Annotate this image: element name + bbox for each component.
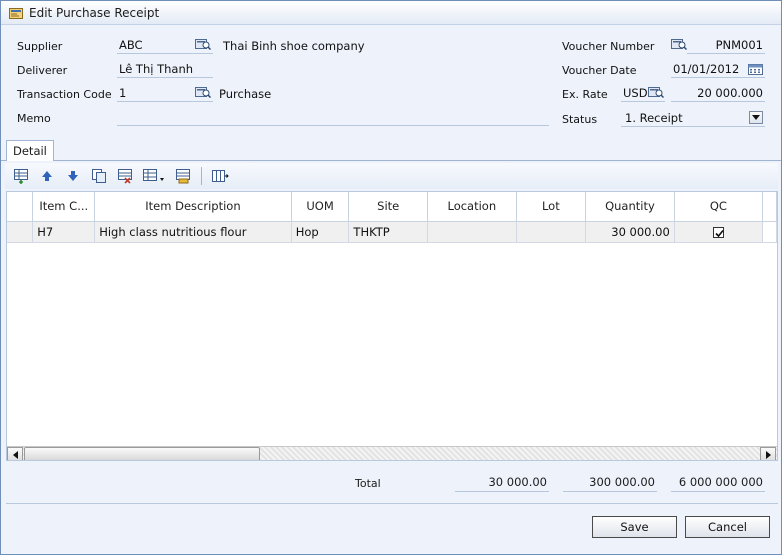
deliverer-field[interactable]: Lê Thị Thanh (117, 61, 213, 78)
voucher-lookup-icon[interactable] (671, 38, 687, 50)
save-layout-icon (176, 169, 190, 184)
add-row-button[interactable] (11, 166, 31, 186)
toolbar-separator (201, 167, 202, 185)
total-label: Total (355, 477, 381, 490)
detail-grid: Item C... Item Description UOM Site Loca… (6, 191, 778, 461)
voucher-date-label: Voucher Date (562, 64, 637, 77)
scroll-left-button[interactable] (7, 447, 23, 460)
table-options-icon (143, 169, 164, 181)
scroll-right-button[interactable] (760, 447, 776, 460)
scroll-thumb[interactable] (24, 447, 260, 460)
col-header-location[interactable]: Location (427, 192, 517, 222)
receipt-header: Supplier ABC Thai Binh shoe company Deli… (1, 26, 781, 139)
horizontal-scrollbar[interactable] (7, 446, 777, 460)
status-label: Status (562, 113, 598, 126)
save-layout-button[interactable] (173, 166, 193, 186)
memo-label: Memo (17, 112, 51, 125)
transaction-code-lookup-icon[interactable] (195, 86, 211, 98)
copy-icon (92, 169, 106, 183)
transaction-code-label: Transaction Code (17, 88, 112, 101)
delete-row-icon (118, 169, 132, 184)
col-header-lot[interactable]: Lot (516, 192, 587, 222)
cell-uom[interactable]: Hop (291, 221, 350, 243)
move-down-button[interactable] (63, 166, 83, 186)
tab-detail[interactable]: Detail (6, 140, 54, 161)
col-header-qc[interactable]: QC (674, 192, 763, 222)
cell-site[interactable]: THKTP (348, 221, 428, 243)
cell-overflow (762, 221, 777, 243)
memo-field[interactable] (117, 109, 549, 126)
move-up-button[interactable] (37, 166, 57, 186)
arrow-right-icon (765, 450, 771, 459)
col-header-item-code[interactable]: Item C... (32, 192, 96, 222)
cancel-button[interactable]: Cancel (685, 516, 770, 538)
row-indicator-header (7, 192, 34, 222)
copy-row-button[interactable] (89, 166, 109, 186)
window-title: Edit Purchase Receipt (29, 5, 160, 20)
add-row-icon (14, 169, 28, 184)
cell-location[interactable] (427, 221, 517, 243)
cell-item-code[interactable]: H7 (32, 221, 96, 243)
col-header-uom[interactable]: UOM (291, 192, 350, 222)
move-down-icon (68, 171, 78, 181)
supplier-label: Supplier (17, 40, 63, 53)
col-header-item-description[interactable]: Item Description (94, 192, 292, 222)
supplier-name: Thai Binh shoe company (223, 39, 365, 53)
grid-header-row: Item C... Item Description UOM Site Loca… (7, 192, 777, 222)
status-select[interactable]: 1. Receipt (621, 110, 765, 127)
cell-qc[interactable] (674, 221, 763, 243)
delete-row-button[interactable] (115, 166, 135, 186)
footer-divider (6, 503, 778, 504)
qc-checkbox[interactable] (712, 226, 724, 238)
supplier-lookup-icon[interactable] (195, 38, 211, 50)
status-dropdown-button[interactable] (749, 111, 763, 124)
edit-purchase-receipt-window: Edit Purchase Receipt Supplier ABC Thai … (0, 0, 782, 555)
transaction-type: Purchase (219, 87, 272, 101)
ex-rate-field[interactable]: 20 000.000 (671, 85, 765, 102)
checkmark-icon (715, 229, 724, 237)
chevron-down-icon (752, 115, 760, 120)
total-amount: 6 000 000 000 (671, 475, 765, 492)
cell-lot[interactable] (516, 221, 587, 243)
row-indicator[interactable] (7, 221, 34, 243)
columns-icon (212, 170, 229, 182)
calendar-icon[interactable] (748, 64, 763, 75)
ex-rate-label: Ex. Rate (562, 88, 608, 101)
col-header-site[interactable]: Site (348, 192, 428, 222)
title-bar: Edit Purchase Receipt (1, 1, 781, 25)
totals-row: Total 30 000.00 300 000.00 6 000 000 000 (1, 471, 781, 501)
col-header-quantity[interactable]: Quantity (585, 192, 675, 222)
receipt-window-icon (9, 7, 23, 19)
table-row[interactable]: H7 High class nutritious flour Hop THKTP… (7, 221, 777, 243)
save-button[interactable]: Save (592, 516, 677, 538)
arrow-left-icon (12, 450, 18, 459)
cell-item-description[interactable]: High class nutritious flour (94, 221, 292, 243)
deliverer-label: Deliverer (17, 64, 68, 77)
tab-strip: Detail (1, 139, 781, 161)
move-up-icon (42, 171, 52, 181)
cell-quantity[interactable]: 30 000.00 (585, 221, 675, 243)
voucher-number-field[interactable]: PNM001 (687, 37, 765, 54)
total-price: 300 000.00 (563, 475, 657, 492)
voucher-number-label: Voucher Number (562, 40, 655, 53)
detail-toolbar (5, 163, 778, 189)
total-quantity: 30 000.00 (455, 475, 549, 492)
col-header-overflow (762, 192, 777, 222)
currency-lookup-icon[interactable] (648, 86, 664, 98)
detail-table: Item C... Item Description UOM Site Loca… (7, 192, 777, 243)
columns-button[interactable] (210, 166, 230, 186)
table-options-button[interactable] (141, 166, 167, 186)
